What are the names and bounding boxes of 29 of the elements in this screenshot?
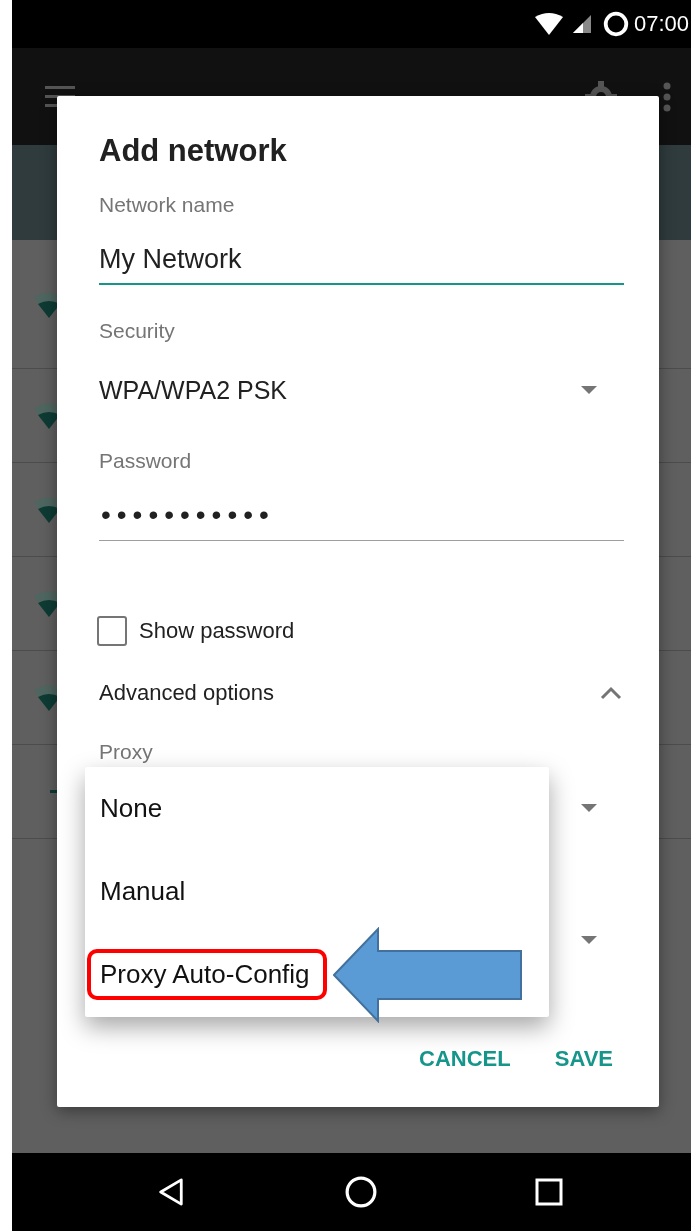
select-value: WPA/WPA2 PSK [99,375,288,405]
dialog-button[interactable]: CANCEL [419,1039,511,1079]
menu-option[interactable]: Manual [87,866,203,917]
recents-icon[interactable] [535,1178,563,1206]
section-label: Advanced options [99,680,274,706]
dropdown-arrow-icon [581,936,597,944]
chevron-up-icon[interactable] [600,686,622,700]
field-label: Network name [99,192,236,218]
clock-time: 07:00 [633,11,689,37]
dialog-title: Add network [99,132,288,170]
menu-option[interactable]: None [87,783,180,834]
circle-icon [602,11,629,37]
field-label: Password [99,448,193,474]
more-icon[interactable] [663,81,671,112]
dialog-button[interactable]: SAVE [554,1039,613,1079]
home-icon[interactable] [345,1176,377,1208]
field-label: Security [99,318,176,344]
menu-option[interactable]: Proxy Auto-Config [87,949,327,1000]
back-icon[interactable] [157,1178,185,1206]
input-field[interactable]: ••••••••••• [99,491,624,541]
select-field[interactable]: WPA/WPA2 PSK [99,365,624,415]
checkbox-label: Show password [139,618,295,644]
input-field[interactable]: My Network [99,235,624,285]
dropdown-arrow-icon [581,386,597,394]
field-label: Proxy [99,739,154,765]
wifi-icon [534,13,563,35]
dropdown-arrow-icon [581,804,597,812]
signal-icon [572,15,591,33]
checkbox[interactable] [97,616,127,646]
